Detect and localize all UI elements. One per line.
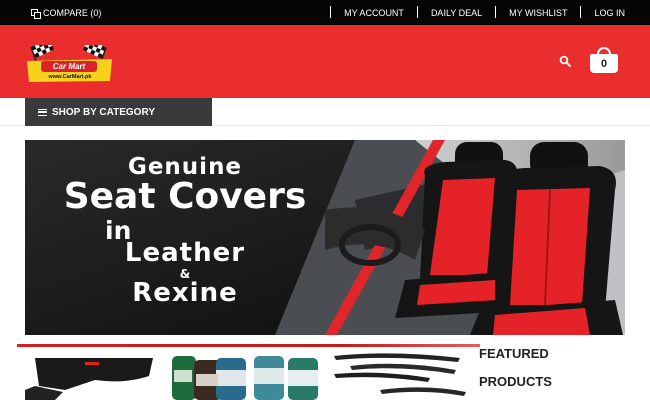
banner-headline: Genuine Seat Covers in Leather & Rexine	[25, 140, 345, 335]
product-thumb-dashboard-cover[interactable]	[25, 350, 160, 400]
banner-line-leather: Leather	[124, 238, 246, 268]
menu-icon	[38, 108, 47, 116]
search-icon[interactable]	[559, 55, 571, 67]
section-divider	[17, 344, 480, 347]
product-thumb-air-fresheners[interactable]	[170, 350, 320, 400]
shop-by-category-label: SHOP BY CATEGORY	[52, 106, 155, 118]
top-bar: COMPARE (0) MY ACCOUNT DAILY DEAL MY WIS…	[0, 0, 650, 25]
car-mart-logo[interactable]: Car Mart www.CarMart.pk	[25, 38, 114, 83]
banner-line-seat-covers: Seat Covers	[63, 176, 307, 217]
cart-button[interactable]: 0	[589, 47, 619, 73]
my-wishlist-link[interactable]: MY WISHLIST	[496, 8, 580, 18]
compare-label: COMPARE (0)	[43, 8, 102, 18]
featured-line-2: PRODUCTS	[479, 374, 552, 389]
log-in-link[interactable]: LOG IN	[581, 8, 625, 18]
daily-deal-link[interactable]: DAILY DEAL	[418, 8, 495, 18]
shop-by-category-button[interactable]: SHOP BY CATEGORY	[25, 98, 212, 126]
logo-text: Car Mart	[52, 62, 86, 71]
product-thumb-window-visors[interactable]	[330, 350, 470, 400]
banner-line-rexine: Rexine	[132, 278, 238, 308]
cart-count: 0	[590, 54, 618, 73]
featured-line-1: FEATURED	[479, 346, 549, 361]
my-account-link[interactable]: MY ACCOUNT	[331, 8, 417, 18]
compare-link[interactable]: COMPARE (0)	[31, 8, 102, 19]
featured-products-heading: FEATURED PRODUCTS	[479, 340, 629, 396]
compare-icon	[31, 9, 41, 19]
hero-banner[interactable]: Genuine Seat Covers in Leather & Rexine	[25, 140, 625, 335]
site-header: Car Mart www.CarMart.pk	[0, 25, 650, 98]
account-links: MY ACCOUNT DAILY DEAL MY WISHLIST LOG IN	[330, 6, 625, 18]
logo-url: www.CarMart.pk	[48, 74, 92, 80]
